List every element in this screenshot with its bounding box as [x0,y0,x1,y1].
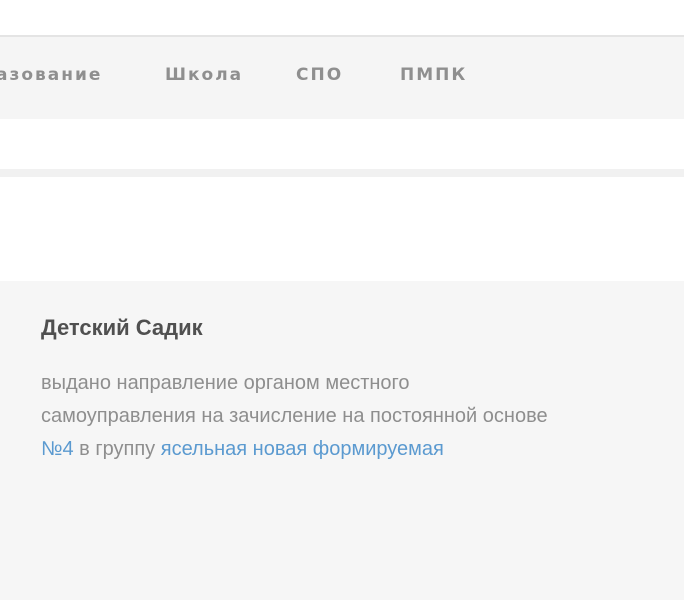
status-text-line2: самоуправления на зачисление на постоянн… [41,405,548,427]
page: азование Школа СПО ПМПК Детский Садик вы… [0,0,684,600]
nav-item-school[interactable]: Школа [165,65,243,85]
status-text-middle: в группу [79,438,156,460]
status-description: выдано направление органом местного само… [41,367,661,466]
nav-item-education[interactable]: азование [0,65,102,85]
group-link[interactable]: ясельная новая формируемая [161,438,444,460]
top-header-strip [0,0,684,35]
application-status-card: Детский Садик выдано направление органом… [0,281,684,600]
institution-link[interactable]: №4 [41,438,74,460]
spacer-area [0,177,684,281]
nav-item-pmpk[interactable]: ПМПК [400,65,467,85]
card-title: Детский Садик [41,315,203,340]
status-text-line1: выдано направление органом местного [41,372,410,394]
nav-item-spo[interactable]: СПО [296,65,343,85]
section-divider [0,169,684,177]
category-nav: азование Школа СПО ПМПК [0,37,684,119]
spacer-band [0,119,684,169]
